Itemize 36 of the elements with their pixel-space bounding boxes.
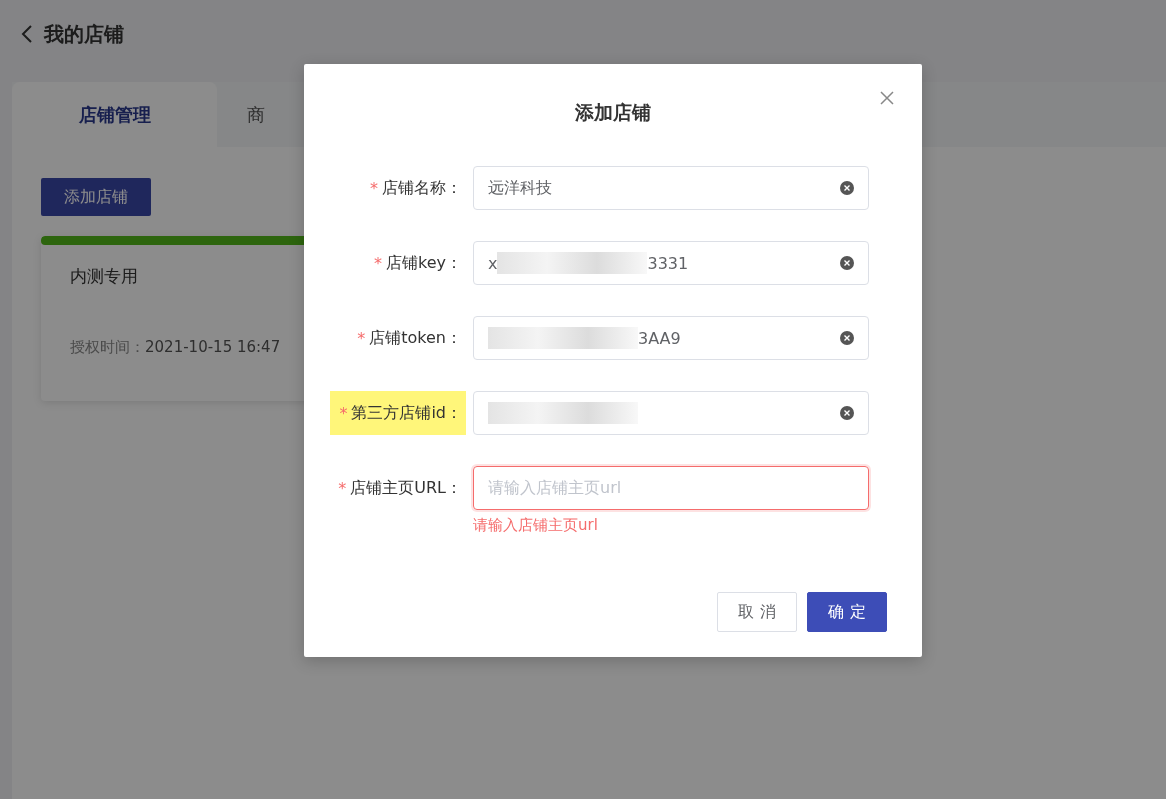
add-shop-button[interactable]: 添加店铺 [41, 178, 151, 216]
label-text: 店铺token： [369, 327, 462, 349]
back-icon[interactable] [20, 24, 34, 44]
clear-icon[interactable] [840, 406, 854, 420]
field-value: 3AA9 [638, 328, 681, 348]
clear-icon[interactable] [840, 256, 854, 270]
confirm-button[interactable]: 确 定 [807, 592, 887, 632]
label-text: 第三方店铺id： [351, 402, 462, 424]
label-text: 店铺主页URL： [350, 477, 462, 499]
field-value: 远洋科技 [488, 177, 552, 199]
dialog-title: 添加店铺 [574, 100, 652, 125]
required-mark: * [338, 478, 347, 498]
input-field[interactable]: 3AA9 [473, 316, 869, 360]
tab[interactable]: 商 [217, 82, 295, 147]
close-icon[interactable] [880, 91, 894, 105]
input-field[interactable]: x 3331 [473, 241, 869, 285]
auth-label: 授权时间： [70, 338, 145, 357]
field-value: x [488, 253, 498, 273]
label-text: 店铺key： [386, 252, 462, 274]
clear-icon[interactable] [840, 331, 854, 345]
placeholder-text: 请输入店铺主页url [488, 477, 622, 499]
cancel-button[interactable]: 取 消 [717, 592, 797, 632]
input-field[interactable]: 远洋科技 [473, 166, 869, 210]
label-text: 店铺名称： [382, 177, 462, 199]
tab[interactable]: 店铺管理 [12, 82, 217, 147]
page-title: 我的店铺 [44, 20, 124, 48]
shop-name: 内测专用 [70, 265, 138, 288]
input-field[interactable] [473, 391, 869, 435]
required-mark: * [339, 403, 348, 423]
field-value: 3331 [647, 253, 689, 273]
required-mark: * [374, 253, 382, 273]
required-mark: * [357, 328, 366, 348]
auth-time: 2021-10-15 16:47 [145, 338, 281, 357]
clear-icon[interactable] [840, 181, 854, 195]
required-mark: * [370, 178, 378, 198]
error-message: 请输入店铺主页url [473, 516, 599, 535]
